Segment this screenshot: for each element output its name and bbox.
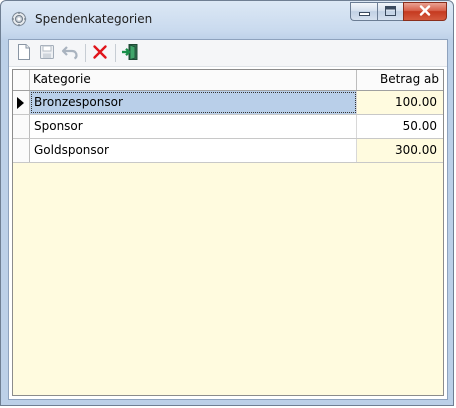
table-row[interactable]: Sponsor 50.00	[13, 115, 443, 139]
row-header[interactable]	[13, 139, 30, 162]
undo-icon	[61, 44, 79, 63]
exit-door-icon	[121, 43, 139, 64]
cell-betrag[interactable]: 100.00	[357, 91, 443, 114]
save-button[interactable]	[36, 42, 58, 64]
minimize-icon	[358, 5, 370, 19]
toolbar	[9, 40, 447, 67]
cell-betrag[interactable]: 300.00	[357, 139, 443, 162]
delete-x-icon	[92, 44, 108, 63]
window: Spendenkategorien Kategorie Betrag ab Br…	[0, 0, 454, 406]
table-row[interactable]: Goldsponsor 300.00	[13, 139, 443, 163]
grid-header: Kategorie Betrag ab	[13, 70, 443, 91]
column-header-betrag[interactable]: Betrag ab	[357, 70, 443, 90]
data-grid[interactable]: Kategorie Betrag ab Bronzesponsor 100.00…	[12, 69, 444, 396]
current-row-indicator-icon	[17, 97, 24, 109]
table-row[interactable]: Bronzesponsor 100.00	[13, 91, 443, 115]
window-title: Spendenkategorien	[35, 12, 153, 26]
save-icon	[39, 44, 55, 63]
row-header[interactable]	[13, 115, 30, 138]
cell-betrag[interactable]: 50.00	[357, 115, 443, 138]
close-icon	[419, 4, 431, 19]
maximize-button[interactable]	[377, 2, 403, 21]
cell-kategorie[interactable]: Goldsponsor	[30, 139, 357, 162]
row-header[interactable]	[13, 91, 30, 114]
column-header-kategorie[interactable]: Kategorie	[30, 70, 357, 90]
close-button[interactable]	[403, 2, 447, 21]
undo-button[interactable]	[59, 42, 81, 64]
header-corner[interactable]	[13, 70, 30, 90]
column-header-label: Kategorie	[33, 72, 91, 86]
cell-kategorie[interactable]: Sponsor	[30, 115, 357, 138]
cell-kategorie[interactable]: Bronzesponsor	[30, 91, 357, 114]
maximize-icon	[385, 5, 396, 19]
caption-buttons	[350, 2, 447, 22]
delete-button[interactable]	[89, 42, 111, 64]
title-bar[interactable]: Spendenkategorien	[1, 1, 453, 35]
minimize-button[interactable]	[350, 2, 377, 21]
new-document-icon	[16, 43, 32, 64]
toolbar-separator	[115, 44, 116, 62]
client-area: Kategorie Betrag ab Bronzesponsor 100.00…	[8, 39, 448, 400]
column-header-label: Betrag ab	[379, 72, 439, 86]
new-button[interactable]	[13, 42, 35, 64]
exit-button[interactable]	[119, 42, 141, 64]
toolbar-separator	[85, 44, 86, 62]
gear-icon	[11, 11, 27, 27]
